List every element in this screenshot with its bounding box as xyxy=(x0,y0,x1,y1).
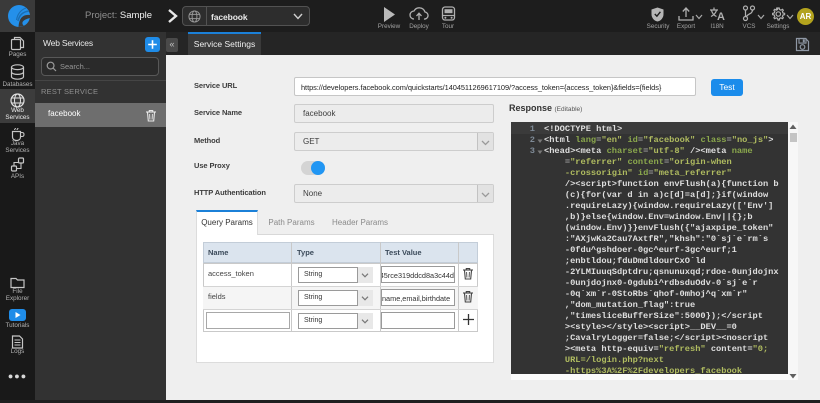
svg-text:A: A xyxy=(717,11,725,22)
